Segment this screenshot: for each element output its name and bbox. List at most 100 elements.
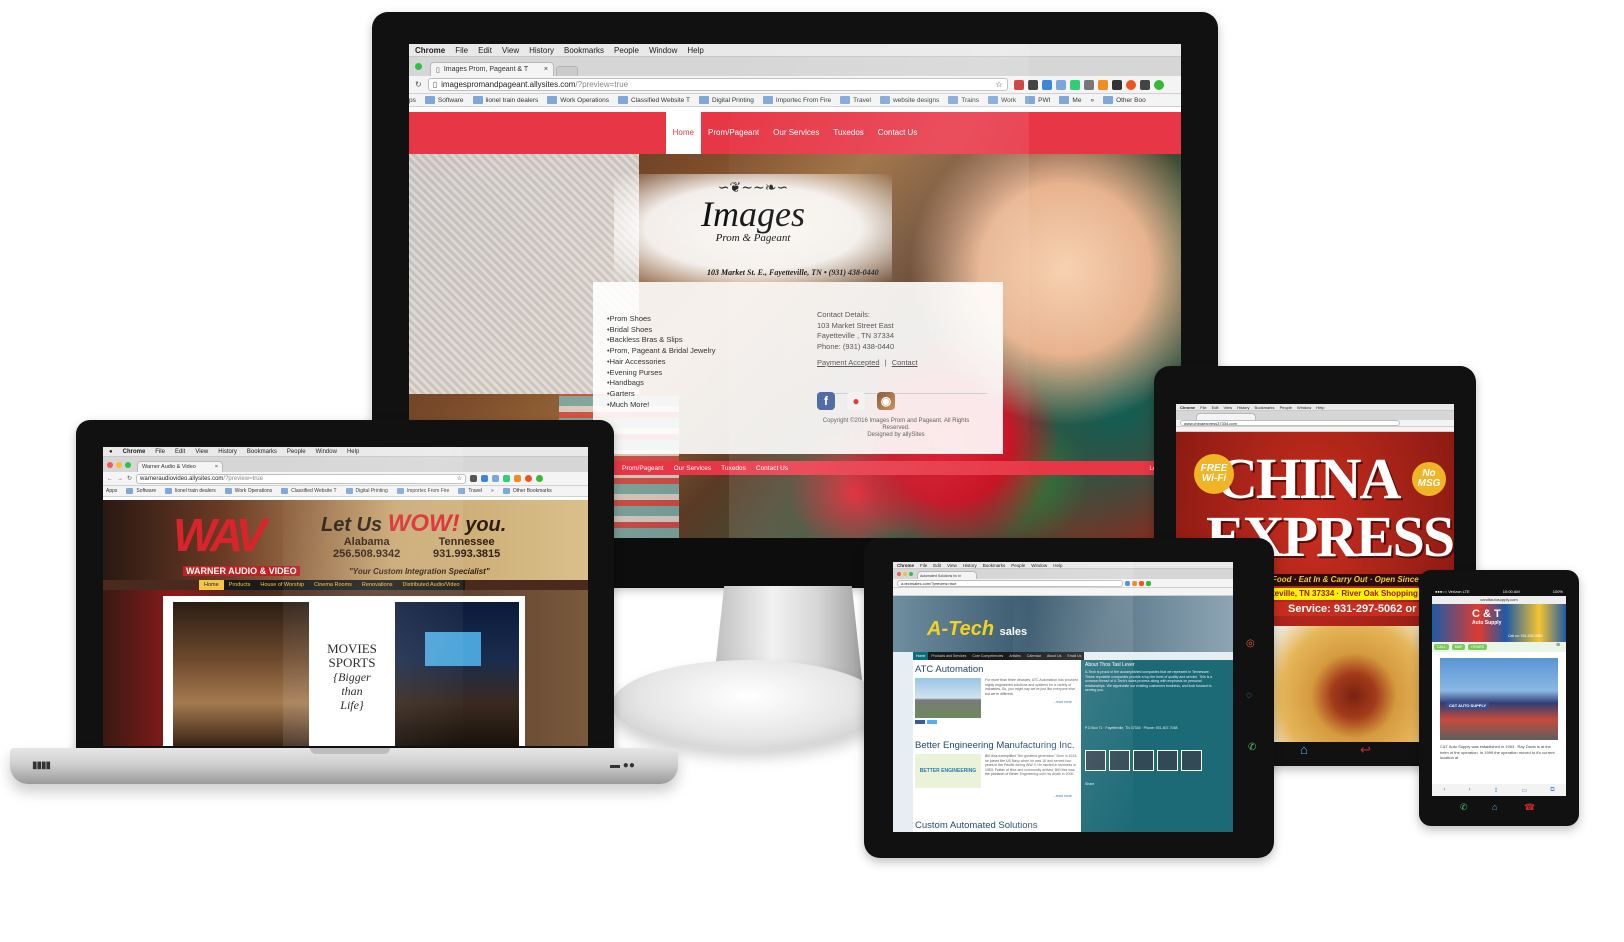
- gallery-thumb[interactable]: [1109, 750, 1130, 771]
- mobile-url-bar[interactable]: candtautosupply.com: [1432, 596, 1566, 604]
- wav-nav-renovations[interactable]: Renovations: [357, 580, 398, 590]
- bookmark-folder[interactable]: Work Operations: [224, 488, 272, 494]
- menu-people[interactable]: People: [287, 449, 306, 455]
- extension-icon[interactable]: [1013, 79, 1024, 90]
- bookmarks-overflow[interactable]: »: [491, 488, 494, 494]
- subnav-our-services[interactable]: Our Services: [674, 465, 712, 472]
- read-more-link[interactable]: ...read more: [1053, 794, 1072, 798]
- map-pin-icon[interactable]: ●: [847, 392, 865, 410]
- payment-accepted-link[interactable]: Payment Accepted: [817, 358, 880, 367]
- wav-nav-home[interactable]: Home: [199, 580, 224, 590]
- wav-nav-distributed-av[interactable]: Distributed Audio/Video: [398, 580, 465, 590]
- new-tab-button[interactable]: [556, 66, 578, 76]
- wav-logo[interactable]: WAV: [173, 510, 266, 560]
- home-button-icon[interactable]: ◌: [1246, 690, 1252, 701]
- minimize-window-icon[interactable]: [903, 572, 907, 576]
- menu-edit[interactable]: Edit: [933, 563, 941, 568]
- nav-our-services[interactable]: Our Services: [766, 112, 826, 154]
- back-icon[interactable]: ‹: [1444, 787, 1446, 793]
- a-tech-logo[interactable]: A-Tech sales: [927, 618, 1027, 641]
- menu-chrome[interactable]: Chrome: [415, 46, 445, 55]
- menu-bookmarks[interactable]: Bookmarks: [983, 563, 1006, 568]
- extension-icon[interactable]: [536, 475, 544, 482]
- address-bar[interactable]: www.chinaexpress37334.com: [1180, 420, 1400, 426]
- call-button[interactable]: CALL: [1434, 644, 1449, 650]
- bookmark-folder[interactable]: Other Bookmarks: [502, 488, 552, 494]
- bookmark-folder[interactable]: Importec From Fire: [396, 488, 449, 494]
- menu-help[interactable]: Help: [347, 449, 359, 455]
- home-key-icon[interactable]: ⌂: [1492, 802, 1497, 812]
- menu-bookmarks[interactable]: Bookmarks: [1255, 405, 1275, 410]
- extension-icon[interactable]: [1055, 79, 1066, 90]
- bookmark-folder[interactable]: Classified Website T: [281, 488, 337, 494]
- subnav-contact-us[interactable]: Contact Us: [756, 465, 788, 472]
- subnav-prom-pageant[interactable]: Prom/Pageant: [622, 465, 664, 472]
- contact-link[interactable]: Contact: [892, 358, 918, 367]
- extension-icon[interactable]: [492, 475, 500, 482]
- extension-icon[interactable]: [1153, 79, 1164, 90]
- extension-icon[interactable]: [1125, 79, 1136, 90]
- gallery-thumb[interactable]: [1133, 750, 1154, 771]
- extension-icon[interactable]: [1139, 580, 1144, 586]
- extension-icon[interactable]: [525, 475, 533, 482]
- bookmark-star-icon[interactable]: ☆: [457, 475, 462, 482]
- close-window-icon[interactable]: [897, 572, 901, 576]
- page-info-icon[interactable]: ▯: [433, 80, 437, 89]
- facebook-like-button[interactable]: [915, 720, 925, 724]
- menu-bookmarks[interactable]: Bookmarks: [247, 449, 277, 455]
- menu-bookmarks[interactable]: Bookmarks: [564, 46, 604, 55]
- menu-people[interactable]: People: [1280, 405, 1292, 410]
- tweet-button[interactable]: [927, 720, 937, 724]
- menu-file[interactable]: File: [155, 449, 165, 455]
- menu-chrome[interactable]: Chrome: [897, 563, 914, 568]
- extension-icon[interactable]: [1041, 79, 1052, 90]
- bookmark-folder[interactable]: Travel: [840, 96, 871, 104]
- map-button[interactable]: MAP: [1451, 644, 1466, 650]
- at-nav-email[interactable]: Email Us: [1064, 652, 1084, 660]
- bookmark-star-icon[interactable]: ☆: [996, 80, 1003, 89]
- bookmark-item[interactable]: ps: [409, 97, 416, 104]
- at-nav-home[interactable]: Home: [913, 652, 929, 660]
- bookmarks-icon[interactable]: ▭: [1522, 787, 1528, 794]
- nav-tuxedos[interactable]: Tuxedos: [826, 112, 870, 154]
- bookmark-apps[interactable]: Apps: [106, 488, 117, 494]
- extension-icon[interactable]: [1125, 580, 1130, 586]
- browser-tab[interactable]: [1196, 413, 1256, 420]
- bookmark-folder[interactable]: website designs: [879, 96, 939, 104]
- menu-history[interactable]: History: [529, 46, 554, 55]
- site-logo[interactable]: ∽❦∼∼❧∽ Images Prom & Pageant: [614, 174, 892, 282]
- extension-icon[interactable]: [1027, 79, 1038, 90]
- at-nav-articles[interactable]: Articles: [1006, 652, 1023, 660]
- bookmark-folder[interactable]: lionel train dealers: [165, 488, 216, 494]
- menu-people[interactable]: People: [1011, 563, 1025, 568]
- browser-tab[interactable]: ▯ Images Prom, Pageant & T ×: [430, 62, 554, 76]
- menu-edit[interactable]: Edit: [1212, 405, 1219, 410]
- menu-history[interactable]: History: [963, 563, 977, 568]
- extension-icon[interactable]: [1139, 79, 1150, 90]
- menu-window[interactable]: Window: [649, 46, 677, 55]
- back-icon[interactable]: ←: [107, 476, 113, 482]
- menu-help[interactable]: Help: [687, 46, 703, 55]
- menu-view[interactable]: View: [195, 449, 208, 455]
- facebook-icon[interactable]: f: [817, 392, 835, 410]
- address-bar[interactable]: ▯ imagespromandpageant.allysites.com/?pr…: [427, 78, 1008, 91]
- menu-view[interactable]: View: [947, 563, 957, 568]
- menu-icon[interactable]: ≡: [1556, 642, 1560, 649]
- at-nav-about[interactable]: About Us: [1044, 652, 1064, 660]
- extension-icon[interactable]: [481, 475, 489, 482]
- menu-file[interactable]: File: [455, 46, 468, 55]
- bookmark-folder[interactable]: Trains: [948, 96, 979, 104]
- gallery-thumb[interactable]: [1085, 750, 1106, 771]
- apple-menu-icon[interactable]: ●: [109, 449, 113, 455]
- wav-nav-house-of-worship[interactable]: House of Worship: [255, 580, 309, 590]
- tab-close-icon[interactable]: ×: [215, 464, 218, 470]
- menu-chrome[interactable]: Chrome: [123, 449, 146, 455]
- hours-button[interactable]: HOURS: [1468, 644, 1487, 650]
- share-icon[interactable]: ⇪: [1494, 787, 1499, 794]
- bookmark-folder[interactable]: Classified Website T: [617, 96, 690, 104]
- at-nav-calendar[interactable]: Calendar: [1024, 652, 1044, 660]
- extension-icon[interactable]: [1132, 580, 1137, 586]
- menu-people[interactable]: People: [614, 46, 639, 55]
- forward-icon[interactable]: →: [117, 476, 123, 482]
- phone-call-icon[interactable]: ✆: [1248, 742, 1256, 753]
